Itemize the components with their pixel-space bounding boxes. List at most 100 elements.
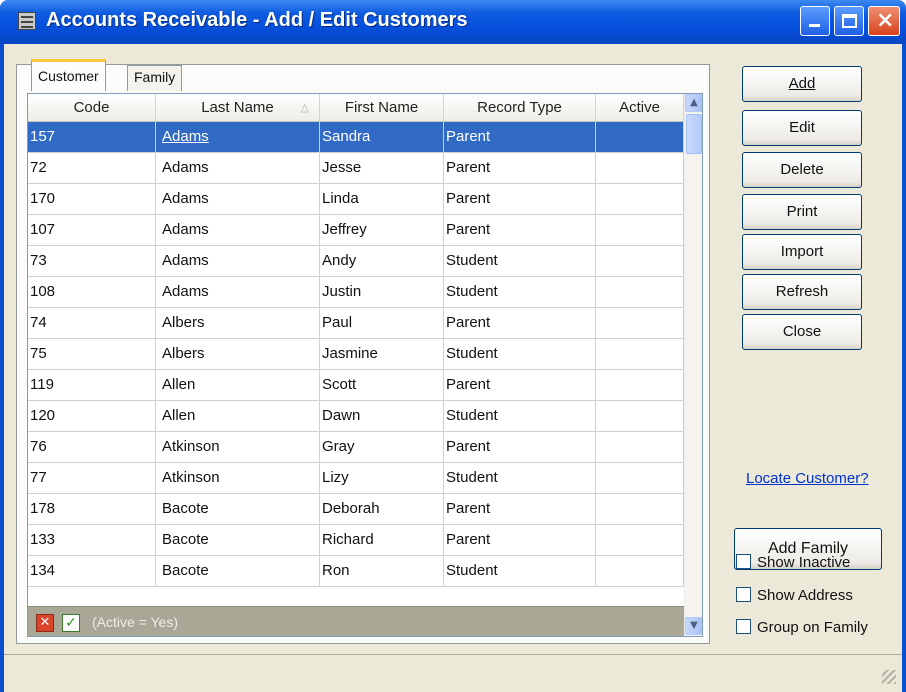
cell-last-name[interactable]: Atkinson bbox=[156, 463, 320, 493]
cell-record-type[interactable]: Student bbox=[444, 401, 596, 431]
column-header-code[interactable]: Code bbox=[28, 94, 156, 122]
add-button[interactable]: Add bbox=[742, 66, 862, 102]
cell-first-name[interactable]: Deborah bbox=[320, 494, 444, 524]
cell-record-type[interactable]: Student bbox=[444, 246, 596, 276]
table-row[interactable]: 157 Adams Sandra Parent bbox=[28, 122, 684, 153]
cell-last-name[interactable]: Adams bbox=[156, 184, 320, 214]
column-header-first-name[interactable]: First Name bbox=[320, 94, 444, 122]
cell-code[interactable]: 77 bbox=[28, 463, 156, 493]
cell-code[interactable]: 134 bbox=[28, 556, 156, 586]
cell-active[interactable] bbox=[596, 215, 684, 245]
scroll-thumb[interactable] bbox=[686, 114, 702, 154]
cell-last-name[interactable]: Atkinson bbox=[156, 432, 320, 462]
cell-active[interactable] bbox=[596, 401, 684, 431]
cell-last-name[interactable]: Allen bbox=[156, 370, 320, 400]
cell-active[interactable] bbox=[596, 556, 684, 586]
cell-active[interactable] bbox=[596, 308, 684, 338]
cell-last-name[interactable]: Bacote bbox=[156, 494, 320, 524]
cell-last-name[interactable]: Allen bbox=[156, 401, 320, 431]
checkbox-box[interactable] bbox=[736, 587, 751, 602]
cell-code[interactable]: 75 bbox=[28, 339, 156, 369]
cell-record-type[interactable]: Parent bbox=[444, 432, 596, 462]
cell-active[interactable] bbox=[596, 184, 684, 214]
group-on-family-checkbox[interactable]: Group on Family bbox=[736, 619, 868, 636]
cell-record-type[interactable]: Student bbox=[444, 556, 596, 586]
cell-first-name[interactable]: Richard bbox=[320, 525, 444, 555]
table-row[interactable]: 119 Allen Scott Parent bbox=[28, 370, 684, 401]
cell-code[interactable]: 119 bbox=[28, 370, 156, 400]
cell-code[interactable]: 107 bbox=[28, 215, 156, 245]
cell-active[interactable] bbox=[596, 525, 684, 555]
table-row[interactable]: 134 Bacote Ron Student bbox=[28, 556, 684, 587]
cell-active[interactable] bbox=[596, 122, 684, 152]
table-row[interactable]: 178 Bacote Deborah Parent bbox=[28, 494, 684, 525]
cell-code[interactable]: 73 bbox=[28, 246, 156, 276]
resize-grip-icon[interactable] bbox=[882, 670, 896, 684]
cell-record-type[interactable]: Student bbox=[444, 277, 596, 307]
cell-record-type[interactable]: Parent bbox=[444, 370, 596, 400]
cell-active[interactable] bbox=[596, 246, 684, 276]
checkbox-box[interactable] bbox=[736, 619, 751, 634]
filter-text[interactable]: (Active = Yes) bbox=[92, 614, 178, 630]
cell-code[interactable]: 157 bbox=[28, 122, 156, 152]
cell-record-type[interactable]: Student bbox=[444, 463, 596, 493]
minimize-button[interactable] bbox=[800, 6, 830, 36]
grid-vertical-scrollbar[interactable]: ▲ ▼ bbox=[684, 94, 702, 636]
cell-last-name[interactable]: Bacote bbox=[156, 525, 320, 555]
cell-last-name[interactable]: Bacote bbox=[156, 556, 320, 586]
cell-first-name[interactable]: Jeffrey bbox=[320, 215, 444, 245]
cell-last-name[interactable]: Adams bbox=[156, 153, 320, 183]
table-row[interactable]: 170 Adams Linda Parent bbox=[28, 184, 684, 215]
cell-record-type[interactable]: Parent bbox=[444, 184, 596, 214]
cell-first-name[interactable]: Gray bbox=[320, 432, 444, 462]
cell-code[interactable]: 178 bbox=[28, 494, 156, 524]
cell-first-name[interactable]: Linda bbox=[320, 184, 444, 214]
scroll-up-button[interactable]: ▲ bbox=[685, 94, 702, 112]
cell-first-name[interactable]: Jesse bbox=[320, 153, 444, 183]
cell-first-name[interactable]: Jasmine bbox=[320, 339, 444, 369]
column-header-active[interactable]: Active bbox=[596, 94, 684, 122]
cell-last-name[interactable]: Adams bbox=[156, 277, 320, 307]
cell-code[interactable]: 74 bbox=[28, 308, 156, 338]
tab-family[interactable]: Family bbox=[127, 65, 183, 91]
scroll-down-button[interactable]: ▼ bbox=[685, 617, 702, 635]
cell-record-type[interactable]: Parent bbox=[444, 525, 596, 555]
app-icon[interactable] bbox=[18, 12, 36, 30]
customer-grid[interactable]: Code Last Name △ First Name Record Type A… bbox=[27, 93, 703, 637]
cell-last-name[interactable]: Adams bbox=[156, 215, 320, 245]
cell-record-type[interactable]: Parent bbox=[444, 153, 596, 183]
tab-customer[interactable]: Customer bbox=[31, 59, 106, 91]
cell-first-name[interactable]: Dawn bbox=[320, 401, 444, 431]
table-row[interactable]: 77 Atkinson Lizy Student bbox=[28, 463, 684, 494]
cell-code[interactable]: 120 bbox=[28, 401, 156, 431]
filter-enabled-checkbox[interactable]: ✓ bbox=[62, 614, 80, 632]
table-row[interactable]: 107 Adams Jeffrey Parent bbox=[28, 215, 684, 246]
cell-code[interactable]: 108 bbox=[28, 277, 156, 307]
cell-first-name[interactable]: Andy bbox=[320, 246, 444, 276]
cell-code[interactable]: 133 bbox=[28, 525, 156, 555]
table-row[interactable]: 120 Allen Dawn Student bbox=[28, 401, 684, 432]
cell-record-type[interactable]: Parent bbox=[444, 494, 596, 524]
cell-first-name[interactable]: Ron bbox=[320, 556, 444, 586]
edit-button[interactable]: Edit bbox=[742, 110, 862, 146]
cell-last-name[interactable]: Adams bbox=[156, 122, 320, 152]
close-button[interactable]: Close bbox=[742, 314, 862, 350]
maximize-button[interactable] bbox=[834, 6, 864, 36]
cell-record-type[interactable]: Student bbox=[444, 339, 596, 369]
cell-last-name[interactable]: Adams bbox=[156, 246, 320, 276]
clear-filter-icon[interactable]: ✕ bbox=[36, 614, 54, 632]
delete-button[interactable]: Delete bbox=[742, 152, 862, 188]
table-row[interactable]: 73 Adams Andy Student bbox=[28, 246, 684, 277]
cell-last-name[interactable]: Albers bbox=[156, 308, 320, 338]
checkbox-box[interactable] bbox=[736, 554, 751, 569]
cell-active[interactable] bbox=[596, 153, 684, 183]
cell-first-name[interactable]: Paul bbox=[320, 308, 444, 338]
table-row[interactable]: 133 Bacote Richard Parent bbox=[28, 525, 684, 556]
cell-active[interactable] bbox=[596, 463, 684, 493]
cell-active[interactable] bbox=[596, 277, 684, 307]
title-bar[interactable]: Accounts Receivable - Add / Edit Custome… bbox=[0, 0, 906, 44]
cell-record-type[interactable]: Parent bbox=[444, 308, 596, 338]
show-address-checkbox[interactable]: Show Address bbox=[736, 587, 853, 604]
cell-active[interactable] bbox=[596, 339, 684, 369]
cell-record-type[interactable]: Parent bbox=[444, 122, 596, 152]
